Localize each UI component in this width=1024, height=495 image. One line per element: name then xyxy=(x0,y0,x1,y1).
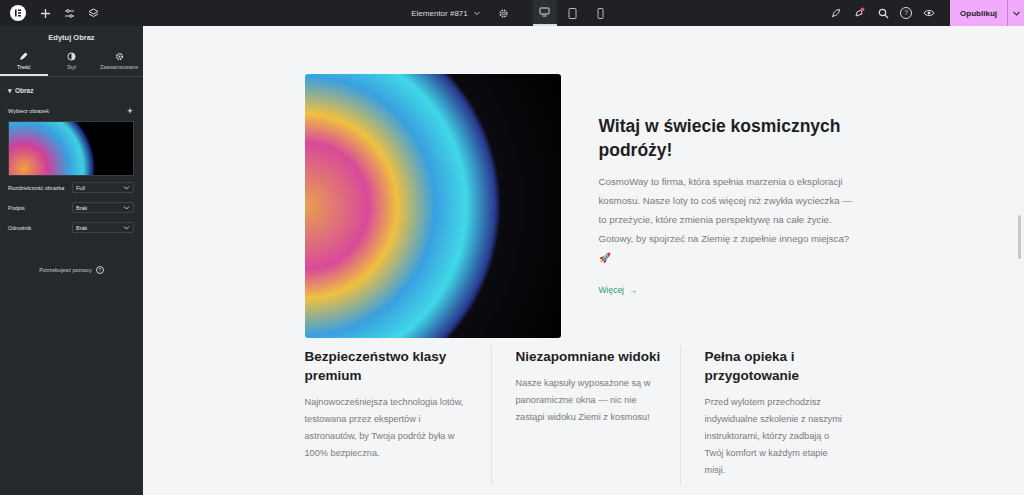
notifications-icon[interactable] xyxy=(852,6,866,20)
ai-sparkle-icon[interactable] xyxy=(127,107,135,115)
hero-heading: Witaj w świecie kosmicznych podróży! xyxy=(599,115,863,162)
gear-icon xyxy=(115,52,124,61)
pencil-icon xyxy=(19,52,28,61)
chevron-down-icon xyxy=(123,224,130,231)
select-field[interactable]: Full xyxy=(72,182,134,193)
device-switcher xyxy=(533,0,613,26)
publish-button-group: Opublikuj xyxy=(950,0,1024,26)
help-icon[interactable]: ? xyxy=(900,7,912,19)
feature-card: Bezpieczeństwo klasy premium Najnowocześ… xyxy=(305,345,491,485)
features-row: Bezpieczeństwo klasy premium Najnowocześ… xyxy=(305,345,863,485)
panel-tab[interactable]: Zaawansowane xyxy=(95,48,143,76)
more-link[interactable]: Więcej → xyxy=(599,285,637,295)
panel-tabs: Treść Styl Zaawansowane xyxy=(0,48,143,77)
panel-tab[interactable]: Treść xyxy=(0,48,48,76)
feature-text: Najnowocześniejsza technologia lotów, te… xyxy=(305,394,473,462)
rocket-icon[interactable] xyxy=(828,6,842,20)
tablet-icon[interactable] xyxy=(561,0,585,26)
image-preview[interactable] xyxy=(8,121,134,176)
desktop-icon[interactable] xyxy=(533,0,557,26)
section-header[interactable]: ▾ Obraz xyxy=(0,77,143,103)
page-canvas: Witaj w świecie kosmicznych podróży! Cos… xyxy=(143,26,1024,495)
panel-field: Odnośnik Brak xyxy=(0,219,143,236)
panel-field: Rozdzielczość obrazka Full xyxy=(0,179,143,196)
feature-text: Nasze kapsuły wyposażone są w panoramicz… xyxy=(516,375,662,426)
chevron-down-icon xyxy=(1012,9,1021,18)
publish-button[interactable]: Opublikuj xyxy=(950,0,1007,26)
select-field[interactable]: Brak xyxy=(72,202,134,213)
hero-paragraph: CosmoWay to firma, która spełnia marzeni… xyxy=(599,172,863,267)
image-picker-label: Wybierz obrazek xyxy=(0,103,143,119)
sliders-icon[interactable] xyxy=(62,6,76,20)
feature-card: Pełna opieka i przygotowanie Przed wylot… xyxy=(680,345,863,485)
edit-panel: Edytuj Obraz Treść Styl Zaawansowane ▾ O… xyxy=(0,26,143,495)
planet-image[interactable] xyxy=(305,74,561,338)
hero-text: Witaj w świecie kosmicznych podróży! Cos… xyxy=(561,115,863,297)
panel-tab[interactable]: Styl xyxy=(48,48,96,76)
chevron-down-icon xyxy=(473,9,481,17)
publish-options-button[interactable] xyxy=(1007,0,1024,26)
page-content: Witaj w świecie kosmicznych podróży! Cos… xyxy=(305,74,863,485)
chevron-down-icon xyxy=(123,204,130,211)
top-bar: Elementor #871 ? Opublikuj xyxy=(0,0,1024,26)
document-switcher[interactable]: Elementor #871 xyxy=(411,9,486,18)
layers-icon[interactable] xyxy=(86,6,100,20)
preview-eye-icon[interactable] xyxy=(922,6,936,20)
feature-text: Przed wylotem przechodzisz indywidualne … xyxy=(705,394,845,479)
select-field[interactable]: Brak xyxy=(72,222,134,233)
hero-section: Witaj w świecie kosmicznych podróży! Cos… xyxy=(305,74,863,338)
help-icon: ? xyxy=(96,266,104,274)
scrollbar-thumb[interactable] xyxy=(1018,215,1021,259)
help-link[interactable]: Potrzebujesz pomocy ? xyxy=(0,266,143,274)
search-icon[interactable] xyxy=(876,6,890,20)
panel-field: Podpis Brak xyxy=(0,199,143,216)
panel-title: Edytuj Obraz xyxy=(0,26,143,48)
contrast-icon xyxy=(67,52,76,61)
feature-title: Pełna opieka i przygotowanie xyxy=(705,348,845,386)
chevron-down-icon xyxy=(123,184,130,191)
elementor-editor: Elementor #871 ? Opublikuj Edytuj Obraz … xyxy=(0,0,1024,495)
settings-gear-icon[interactable] xyxy=(497,6,511,20)
elementor-logo-icon[interactable] xyxy=(10,5,26,21)
mobile-icon[interactable] xyxy=(589,0,613,26)
add-icon[interactable] xyxy=(38,6,52,20)
feature-title: Niezapomniane widoki xyxy=(516,348,662,367)
feature-title: Bezpieczeństwo klasy premium xyxy=(305,348,473,386)
feature-card: Niezapomniane widoki Nasze kapsuły wypos… xyxy=(491,345,680,485)
